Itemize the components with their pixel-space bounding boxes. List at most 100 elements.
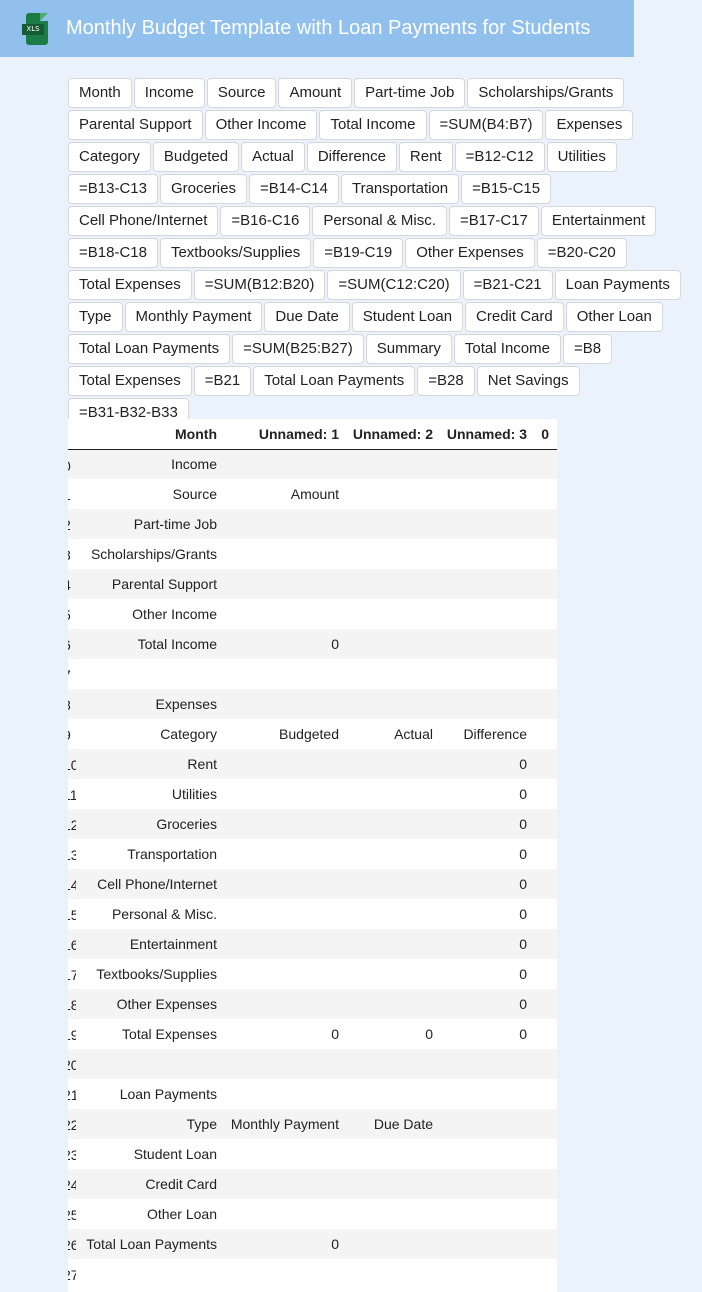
table-cell: Total Income <box>76 629 217 659</box>
cell-chip[interactable]: =B12-C12 <box>454 142 545 172</box>
table-row: 5 Other Income <box>68 599 557 629</box>
table-cell: 0 <box>433 989 527 1019</box>
table-cell: Due Date <box>339 1109 433 1139</box>
cell-chip[interactable]: Entertainment <box>540 206 657 236</box>
table-cell <box>217 1139 339 1169</box>
row-index-label: 13 <box>68 847 76 863</box>
cell-chip[interactable]: Utilities <box>546 142 617 172</box>
cell-chip[interactable]: Total Income <box>453 334 561 364</box>
table-cell <box>433 1229 527 1259</box>
table-cell <box>339 839 433 869</box>
row-index: 19 <box>68 1019 76 1049</box>
cell-chip[interactable]: Personal & Misc. <box>312 206 447 236</box>
cell-chip[interactable]: Student Loan <box>351 302 464 332</box>
cell-chip[interactable]: Total Loan Payments <box>68 334 231 364</box>
table-cell <box>527 449 557 479</box>
cell-chip[interactable]: Actual <box>241 142 305 172</box>
table-cell <box>76 1259 217 1289</box>
cell-chip[interactable]: Other Loan <box>565 302 663 332</box>
row-index-label: 2 <box>68 517 71 533</box>
table-cell <box>217 749 339 779</box>
cell-chip[interactable]: Due Date <box>264 302 350 332</box>
cell-chip[interactable]: Difference <box>306 142 397 172</box>
row-index: 23 <box>68 1139 76 1169</box>
cell-chip[interactable]: Total Loan Payments <box>253 366 416 396</box>
cell-chip[interactable]: =B28 <box>417 366 475 396</box>
table-cell <box>339 749 433 779</box>
table-cell: 0 <box>433 809 527 839</box>
row-index: 1 <box>68 479 76 509</box>
cell-chip[interactable]: =B14-C14 <box>249 174 339 204</box>
cell-chip[interactable]: Cell Phone/Internet <box>68 206 219 236</box>
table-cell: 0 <box>433 869 527 899</box>
cell-chip[interactable]: =SUM(B4:B7) <box>428 110 544 140</box>
row-index-label: 9 <box>68 727 71 743</box>
cell-chip[interactable]: Parental Support <box>68 110 203 140</box>
table-cell <box>527 899 557 929</box>
cell-chip[interactable]: Total Income <box>319 110 427 140</box>
data-table-container[interactable]: MonthUnnamed: 1Unnamed: 2Unnamed: 30 0In… <box>68 419 557 1292</box>
cell-chip[interactable]: Total Expenses <box>68 270 192 300</box>
cell-chip[interactable]: =B20-C20 <box>536 238 627 268</box>
cell-chip[interactable]: Transportation <box>340 174 460 204</box>
cell-chip[interactable]: Monthly Payment <box>124 302 263 332</box>
cell-chip[interactable]: Other Income <box>204 110 318 140</box>
cell-chip[interactable]: Amount <box>278 78 353 108</box>
cell-chip[interactable]: Total Expenses <box>68 366 192 396</box>
table-cell <box>527 929 557 959</box>
table-cell: Source <box>76 479 217 509</box>
app-header: XLS Monthly Budget Template with Loan Pa… <box>0 0 634 57</box>
row-index: 14 <box>68 869 76 899</box>
table-cell <box>339 809 433 839</box>
table-row: 2 Part-time Job <box>68 509 557 539</box>
table-row: 16Entertainment 0 <box>68 929 557 959</box>
unnamed-2-header: Unnamed: 2 <box>339 419 433 450</box>
cell-chip[interactable]: =B21 <box>193 366 252 396</box>
table-cell: Personal & Misc. <box>76 899 217 929</box>
cell-chip[interactable]: =B16-C16 <box>220 206 311 236</box>
row-index: 7 <box>68 659 76 689</box>
cell-chip[interactable]: =B21-C21 <box>462 270 553 300</box>
cell-chip[interactable]: Net Savings <box>476 366 580 396</box>
cell-chip[interactable]: Expenses <box>545 110 634 140</box>
cell-chip[interactable]: =B15-C15 <box>461 174 552 204</box>
cell-chip[interactable]: Category <box>68 142 151 172</box>
table-row: 3 Scholarships/Grants <box>68 539 557 569</box>
table-cell <box>527 959 557 989</box>
cell-chip[interactable]: =SUM(B12:B20) <box>193 270 326 300</box>
cell-chip[interactable]: =B19-C19 <box>313 238 404 268</box>
col-0-header: 0 <box>527 419 557 450</box>
cell-chip[interactable]: Groceries <box>159 174 247 204</box>
cell-chip[interactable]: =SUM(C12:C20) <box>327 270 461 300</box>
cell-chip[interactable]: =B17-C17 <box>448 206 539 236</box>
cell-chip[interactable]: Other Expenses <box>405 238 535 268</box>
cell-chip[interactable]: Type <box>68 302 123 332</box>
row-index: 9 <box>68 719 76 749</box>
cell-chip[interactable]: =B18-C18 <box>68 238 158 268</box>
cell-chip[interactable]: Source <box>206 78 277 108</box>
cell-chip[interactable]: Month <box>68 78 132 108</box>
table-cell <box>527 1259 557 1289</box>
table-cell <box>217 1259 339 1289</box>
cell-chip[interactable]: Income <box>133 78 205 108</box>
cell-chip[interactable]: Scholarships/Grants <box>467 78 625 108</box>
cell-chip[interactable]: Rent <box>398 142 453 172</box>
cell-chip[interactable]: =B8 <box>562 334 613 364</box>
cell-chip[interactable]: Textbooks/Supplies <box>159 238 312 268</box>
table-cell <box>527 869 557 899</box>
cell-chip[interactable]: =B13-C13 <box>68 174 158 204</box>
row-index-label: 4 <box>68 577 71 593</box>
table-row: 22TypeMonthly PaymentDue Date <box>68 1109 557 1139</box>
row-index: 22 <box>68 1109 76 1139</box>
cell-chip[interactable]: Credit Card <box>465 302 564 332</box>
cell-chip[interactable]: Loan Payments <box>554 270 681 300</box>
table-cell <box>339 629 433 659</box>
table-row: 9 CategoryBudgetedActualDifference <box>68 719 557 749</box>
table-cell: 0 <box>433 1019 527 1049</box>
cell-chip[interactable]: Summary <box>365 334 452 364</box>
cell-chip[interactable]: Budgeted <box>152 142 240 172</box>
table-cell <box>527 1109 557 1139</box>
table-cell <box>433 479 527 509</box>
cell-chip[interactable]: =SUM(B25:B27) <box>232 334 364 364</box>
cell-chip[interactable]: Part-time Job <box>354 78 466 108</box>
